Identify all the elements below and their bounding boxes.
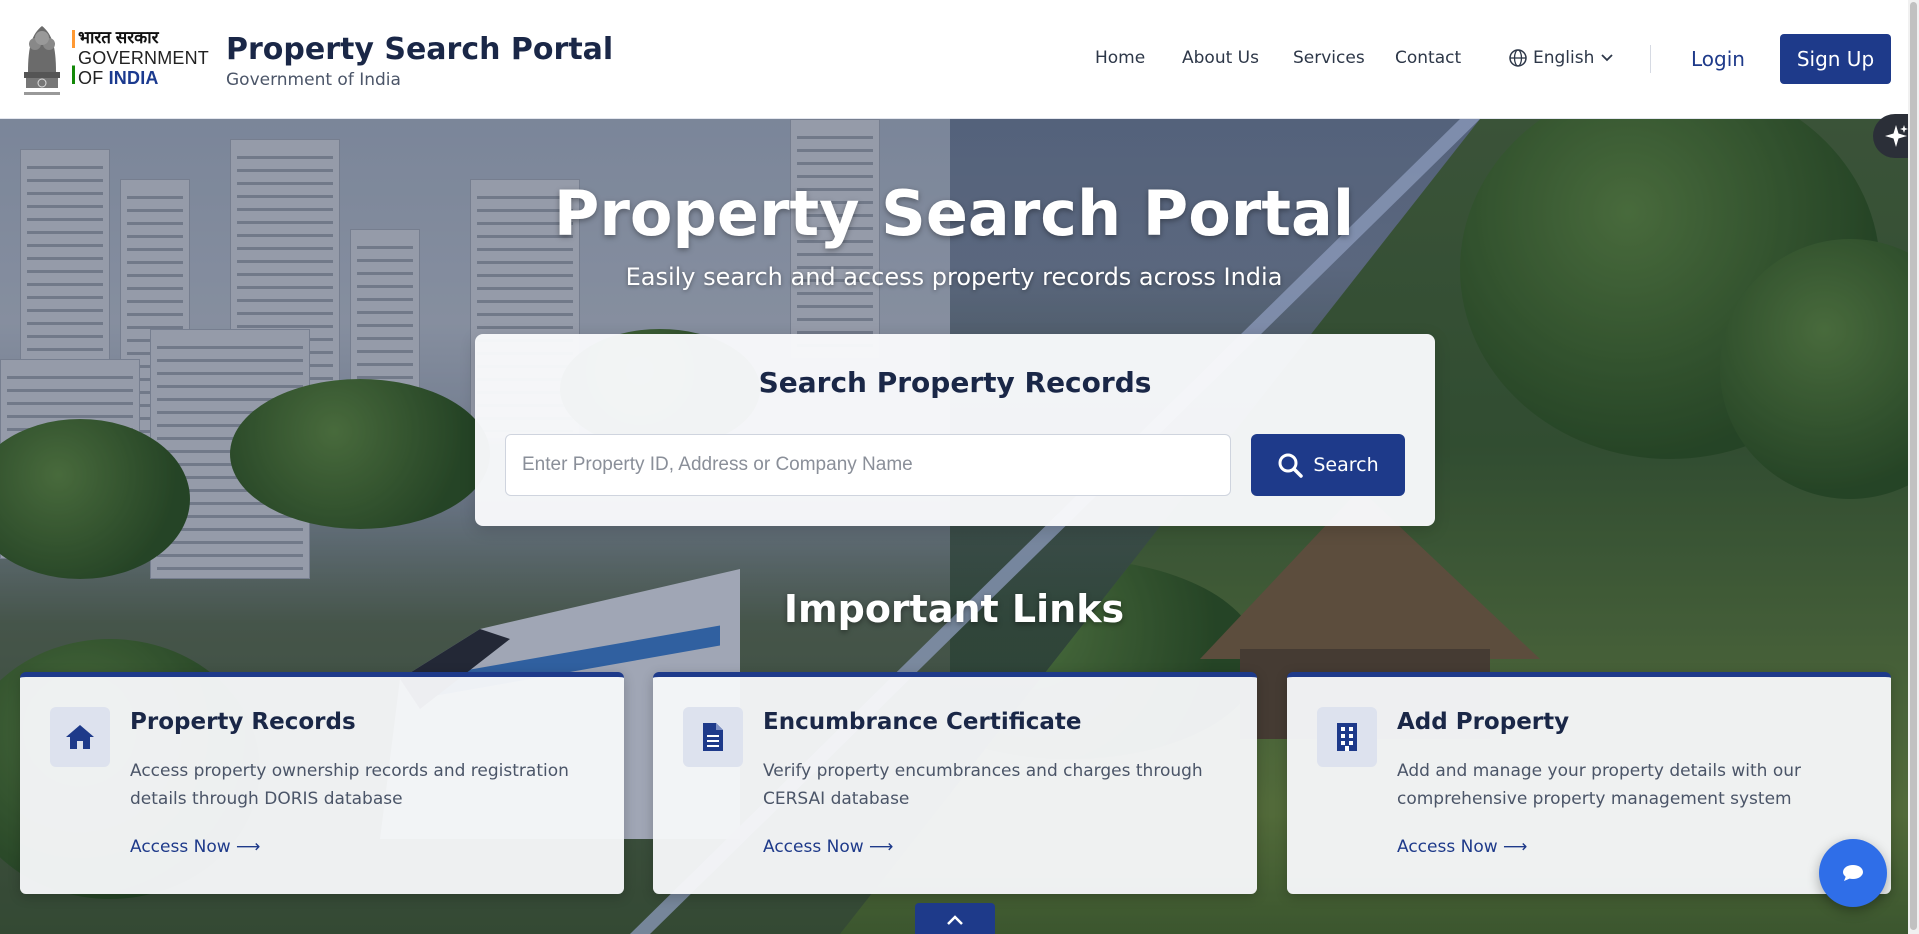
header-divider xyxy=(1650,45,1651,73)
link-card-encumbrance-certificate: Encumbrance Certificate Verify property … xyxy=(653,672,1257,894)
building-icon xyxy=(1337,723,1357,751)
card-icon-box xyxy=(50,707,110,767)
signup-button[interactable]: Sign Up xyxy=(1780,34,1891,84)
document-icon xyxy=(703,723,723,751)
card-description: Add and manage your property details wit… xyxy=(1397,761,1802,809)
link-card-add-property: Add Property Add and manage your propert… xyxy=(1287,672,1891,894)
home-icon xyxy=(66,725,94,749)
chevron-down-icon xyxy=(1601,54,1614,62)
scroll-to-top-button[interactable] xyxy=(915,903,995,934)
gov-of-text: OF xyxy=(78,68,104,88)
scrollbar-thumb[interactable] xyxy=(1910,2,1917,930)
card-description: Verify property encumbrances and charges… xyxy=(763,761,1203,809)
brand-subtitle: Government of India xyxy=(226,70,401,90)
language-selector[interactable]: English xyxy=(1509,48,1614,68)
gov-line-2: OF INDIA xyxy=(78,68,209,88)
hero-section: Property Search Portal Easily search and… xyxy=(0,119,1908,934)
hero-subtitle: Easily search and access property record… xyxy=(625,263,1283,291)
gov-india-text: INDIA xyxy=(108,68,159,88)
government-of-india-wordmark: भारत सरकार GOVERNMENT OF INDIA xyxy=(78,28,209,88)
access-now-link[interactable]: Access Now ⟶ xyxy=(130,837,260,857)
card-title: Add Property xyxy=(1397,709,1570,735)
card-icon-box xyxy=(683,707,743,767)
nav-services[interactable]: Services xyxy=(1293,48,1365,68)
nav-about-us[interactable]: About Us xyxy=(1182,48,1259,68)
nav-contact[interactable]: Contact xyxy=(1395,48,1461,68)
tricolor-bar xyxy=(72,30,75,84)
brand-title[interactable]: Property Search Portal xyxy=(226,32,613,67)
language-label: English xyxy=(1533,48,1595,68)
chevron-up-icon xyxy=(947,915,963,925)
property-search-input[interactable] xyxy=(505,434,1231,496)
access-now-link[interactable]: Access Now ⟶ xyxy=(1397,837,1527,857)
card-title: Property Records xyxy=(130,709,356,735)
link-card-property-records: Property Records Access property ownersh… xyxy=(20,672,624,894)
national-emblem-logo xyxy=(24,26,60,95)
card-description: Access property ownership records and re… xyxy=(130,761,569,809)
card-title: Encumbrance Certificate xyxy=(763,709,1082,735)
sparkle-icon xyxy=(1885,125,1908,147)
globe-icon xyxy=(1509,49,1527,67)
site-header: भारत सरकार GOVERNMENT OF INDIA Property … xyxy=(0,0,1919,119)
search-button[interactable]: Search xyxy=(1251,434,1405,496)
login-link[interactable]: Login xyxy=(1691,47,1745,71)
search-button-label: Search xyxy=(1313,454,1379,476)
search-card-title: Search Property Records xyxy=(758,366,1152,399)
important-links-title: Important Links xyxy=(783,587,1125,631)
gov-hindi-text: भारत सरकार xyxy=(78,28,159,47)
chat-button[interactable] xyxy=(1819,839,1887,907)
access-now-link[interactable]: Access Now ⟶ xyxy=(763,837,893,857)
card-icon-box xyxy=(1317,707,1377,767)
hero-title: Property Search Portal xyxy=(553,177,1355,250)
search-icon xyxy=(1278,453,1304,478)
page-scrollbar[interactable] xyxy=(1908,0,1919,934)
nav-home[interactable]: Home xyxy=(1095,48,1145,68)
gov-line-1: GOVERNMENT xyxy=(78,48,210,68)
search-card: Search Property Records Search xyxy=(475,334,1435,526)
chat-bubble-icon xyxy=(1843,865,1863,881)
